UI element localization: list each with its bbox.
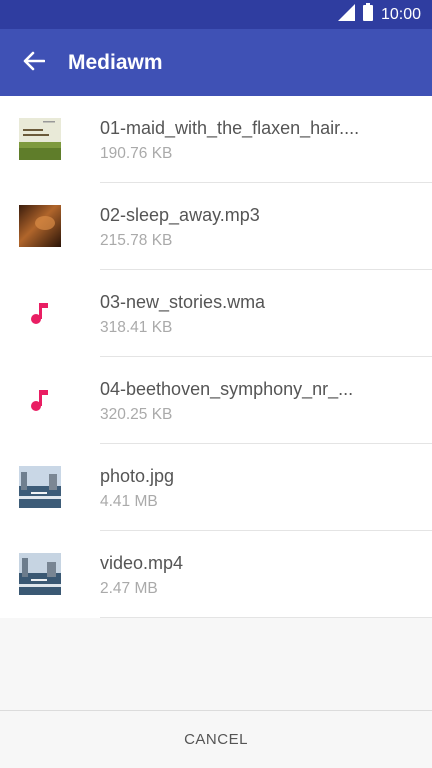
list-item[interactable]: video.mp4 2.47 MB — [0, 531, 432, 618]
battery-icon — [362, 3, 373, 26]
file-list: 01-maid_with_the_flaxen_hair.... 190.76 … — [0, 96, 432, 618]
file-name: 03-new_stories.wma — [100, 292, 266, 312]
file-size: 318.41 KB — [100, 319, 173, 336]
photo-thumbnail — [19, 466, 61, 508]
file-name: photo.jpg — [100, 466, 175, 486]
list-item[interactable]: 03-new_stories.wma 318.41 KB — [0, 270, 432, 357]
album-cover-thumbnail — [19, 205, 61, 247]
status-bar: 10:00 — [0, 0, 432, 29]
status-time: 10:00 — [380, 5, 421, 23]
file-name: 04-beethoven_symphony_nr_... — [100, 379, 354, 399]
music-note-icon — [19, 379, 61, 421]
list-item[interactable]: 04-beethoven_symphony_nr_... 320.25 KB — [0, 357, 432, 444]
status-icons: 10:00 — [337, 0, 421, 29]
video-thumbnail — [19, 553, 61, 595]
divider — [100, 617, 432, 618]
file-size: 215.78 KB — [100, 232, 173, 249]
page-title: Mediawm — [68, 51, 163, 74]
arrow-left-icon — [23, 51, 46, 76]
list-item[interactable]: 01-maid_with_the_flaxen_hair.... 190.76 … — [0, 96, 432, 183]
file-size: 320.25 KB — [100, 406, 173, 423]
signal-icon — [337, 3, 355, 26]
file-size: 190.76 KB — [100, 145, 173, 162]
list-item[interactable]: photo.jpg 4.41 MB — [0, 444, 432, 531]
album-cover-thumbnail — [19, 118, 61, 160]
list-item[interactable]: 02-sleep_away.mp3 215.78 KB — [0, 183, 432, 270]
file-name: 01-maid_with_the_flaxen_hair.... — [100, 118, 360, 138]
music-note-icon — [19, 292, 61, 334]
file-name: video.mp4 — [100, 553, 184, 573]
app-bar: Mediawm — [0, 29, 432, 96]
back-button[interactable] — [18, 47, 50, 79]
file-name: 02-sleep_away.mp3 — [100, 205, 260, 225]
cancel-button[interactable]: CANCEL — [0, 711, 432, 768]
file-size: 2.47 MB — [100, 580, 158, 597]
file-size: 4.41 MB — [100, 493, 158, 510]
